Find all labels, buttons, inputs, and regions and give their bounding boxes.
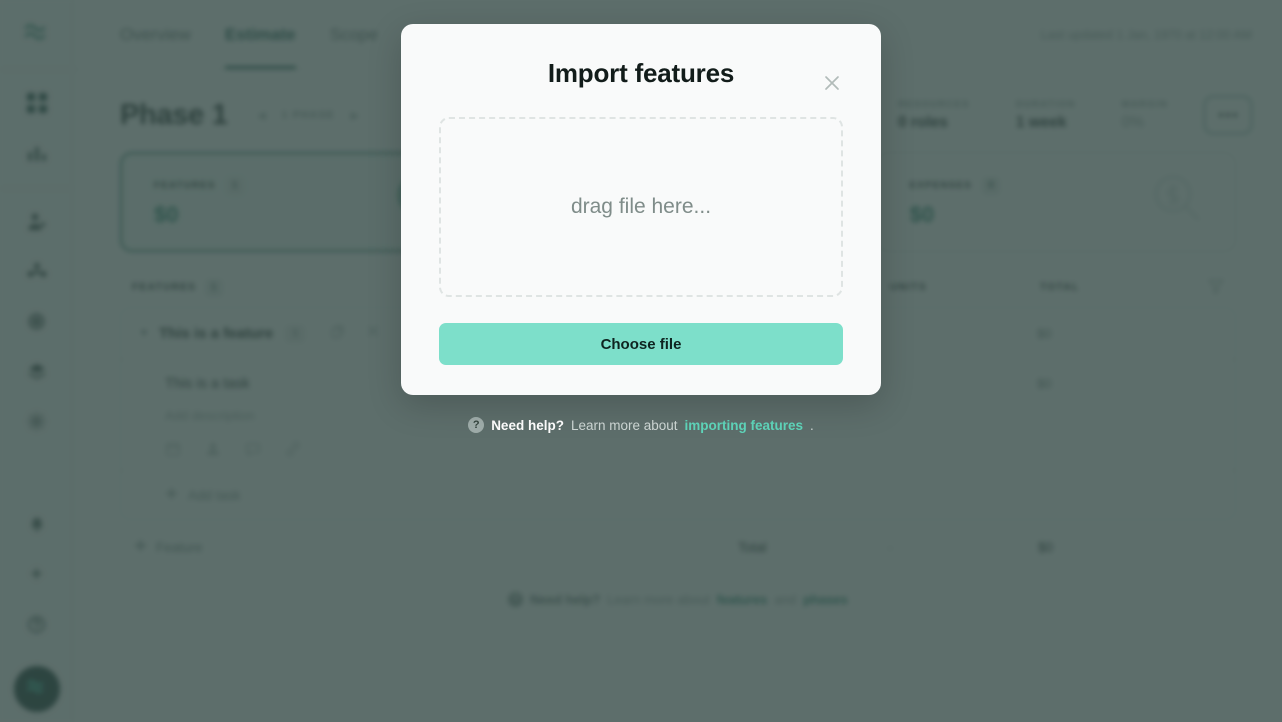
modal-help-text: ? Need help? Learn more about importing …	[468, 417, 814, 433]
choose-file-button[interactable]: Choose file	[439, 323, 843, 365]
close-icon	[822, 73, 842, 98]
help-circle-icon: ?	[468, 417, 485, 433]
modal-help-bold: Need help?	[491, 417, 564, 433]
file-dropzone[interactable]: drag file here...	[439, 117, 843, 297]
import-features-modal: Import features drag file here... Choose…	[401, 24, 881, 395]
modal-help-text-static: Learn more about	[570, 417, 678, 433]
modal-help-link[interactable]: importing features	[685, 418, 804, 433]
modal-title: Import features	[547, 58, 735, 88]
modal-help-period: .	[810, 417, 814, 433]
close-button[interactable]	[819, 72, 845, 98]
dropzone-label: drag file here...	[570, 195, 712, 218]
